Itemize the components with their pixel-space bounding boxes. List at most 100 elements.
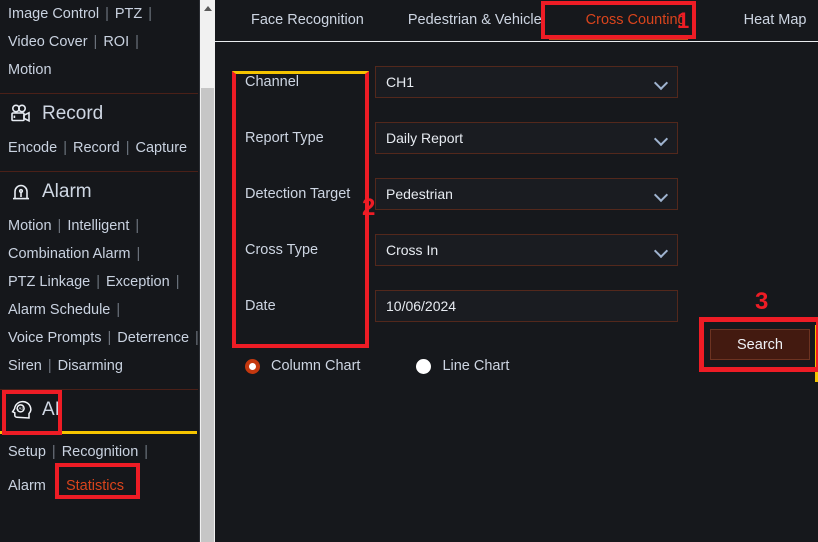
sidebar-row: Video Cover | ROI |	[8, 28, 198, 56]
sidebar-item-setup[interactable]: Setup	[8, 438, 46, 466]
tab-list: Face Recognition Pedestrian & Vehicle Cr…	[215, 0, 818, 40]
chevron-down-icon	[656, 78, 667, 85]
sidebar-row: Siren | Disarming	[8, 352, 198, 380]
divider: |	[116, 302, 121, 318]
select-report-type[interactable]: Daily Report	[375, 122, 678, 154]
label-date: Date	[245, 298, 276, 314]
sidebar-item-alarm-stats[interactable]: Alarm	[8, 472, 46, 500]
tab-heat-map[interactable]: Heat Map	[708, 0, 818, 40]
sidebar-group-alarm: Motion | Intelligent | Combination Alarm…	[0, 212, 198, 380]
sidebar-item-exception[interactable]: Exception	[106, 268, 170, 296]
sidebar-item-video-cover[interactable]: Video Cover	[8, 28, 88, 56]
sidebar-item-siren[interactable]: Siren	[8, 352, 42, 380]
section-title-record: Record	[42, 103, 104, 124]
radio-column-chart[interactable]: Column Chart	[245, 358, 360, 374]
sidebar-item-voice-prompts[interactable]: Voice Prompts	[8, 324, 102, 352]
sidebar-item-record[interactable]: Record	[73, 134, 120, 162]
sidebar-item-ptz[interactable]: PTZ	[115, 0, 142, 28]
sidebar: Image Control | PTZ | Video Cover | ROI …	[0, 0, 198, 542]
divider: |	[195, 330, 198, 346]
label-report-type: Report Type	[245, 130, 324, 146]
sidebar-group-record: Encode | Record | Capture	[0, 134, 198, 162]
sidebar-item-combination-alarm[interactable]: Combination Alarm	[8, 240, 131, 268]
select-detection-target-value: Pedestrian	[386, 186, 453, 202]
ai-head-icon: AI	[9, 398, 33, 422]
sidebar-item-disarming[interactable]: Disarming	[58, 352, 123, 380]
divider: |	[96, 274, 100, 290]
select-report-type-value: Daily Report	[386, 130, 464, 146]
tab-pedestrian-vehicle[interactable]: Pedestrian & Vehicle	[386, 0, 564, 40]
annotation-1-tab: 1	[677, 8, 690, 33]
form-row-date: Date 10/06/2024	[215, 290, 818, 322]
label-detection-target: Detection Target	[245, 186, 351, 202]
form-row-channel: Channel CH1	[215, 66, 818, 98]
sidebar-section-record: Record	[0, 94, 198, 134]
select-detection-target[interactable]: Pedestrian	[375, 178, 678, 210]
divider: |	[57, 218, 62, 234]
sidebar-item-statistics-wrap: Statistics	[54, 463, 140, 500]
sidebar-row: Encode | Record | Capture	[8, 134, 198, 162]
sidebar-row: Alarm Statistics	[8, 463, 198, 500]
chevron-down-icon	[656, 134, 667, 141]
divider: |	[107, 330, 112, 346]
divider: |	[63, 140, 67, 156]
sidebar-scrollbar[interactable]	[199, 0, 215, 542]
divider: |	[135, 218, 140, 234]
sidebar-group-camera: Image Control | PTZ | Video Cover | ROI …	[0, 0, 198, 84]
sidebar-row: Voice Prompts | Deterrence |	[8, 324, 198, 352]
ai-active-underline	[0, 431, 197, 434]
svg-text:AI: AI	[18, 406, 22, 411]
scrollbar-thumb[interactable]	[201, 88, 214, 542]
sidebar-row: Setup | Recognition |	[8, 438, 198, 466]
divider: |	[144, 444, 149, 460]
sidebar-item-intelligent[interactable]: Intelligent	[67, 212, 129, 240]
sidebar-item-deterrence[interactable]: Deterrence	[117, 324, 189, 352]
sidebar-item-alarm-schedule[interactable]: Alarm Schedule	[8, 296, 110, 324]
divider: |	[136, 246, 141, 262]
radio-label-line-chart: Line Chart	[442, 358, 510, 374]
app-window: Image Control | PTZ | Video Cover | ROI …	[0, 0, 818, 542]
sidebar-row: Alarm Schedule |	[8, 296, 198, 324]
tab-face-recognition[interactable]: Face Recognition	[229, 0, 386, 40]
video-camera-icon	[9, 102, 33, 126]
radio-line-chart[interactable]: Line Chart	[416, 358, 509, 374]
label-channel: Channel	[245, 74, 300, 90]
sidebar-item-statistics[interactable]: Statistics	[66, 478, 124, 494]
sidebar-item-ai[interactable]: AI AI	[0, 390, 198, 430]
chevron-down-icon	[656, 246, 667, 253]
tab-active-underline	[549, 37, 688, 40]
radio-dot-selected-icon	[245, 358, 260, 374]
divider: |	[125, 140, 130, 156]
sidebar-item-ptz-linkage[interactable]: PTZ Linkage	[8, 268, 90, 296]
select-cross-type-value: Cross In	[386, 242, 439, 258]
sidebar-item-motion-alarm[interactable]: Motion	[8, 212, 52, 240]
sidebar-row: Motion	[8, 56, 198, 84]
sidebar-group-ai-links: Setup | Recognition | Alarm Statistics	[0, 434, 198, 500]
form-row-report-type: Report Type Daily Report	[215, 122, 818, 154]
divider: |	[105, 6, 109, 22]
sidebar-item-motion[interactable]: Motion	[8, 56, 52, 84]
sidebar-item-image-control[interactable]: Image Control	[8, 0, 99, 28]
divider: |	[175, 274, 180, 290]
divider: |	[51, 444, 56, 460]
section-title-alarm: Alarm	[42, 181, 92, 202]
date-input[interactable]: 10/06/2024	[375, 290, 678, 322]
sidebar-row: Combination Alarm |	[8, 240, 198, 268]
select-channel-value: CH1	[386, 74, 415, 90]
form-row-cross-type: Cross Type Cross In	[215, 234, 818, 266]
sidebar-section-ai: AI AI 1	[0, 390, 198, 435]
divider: |	[148, 6, 153, 22]
sidebar-item-encode[interactable]: Encode	[8, 134, 57, 162]
sidebar-item-roi[interactable]: ROI	[103, 28, 129, 56]
sidebar-item-recognition[interactable]: Recognition	[62, 438, 139, 466]
radio-label-column-chart: Column Chart	[271, 358, 361, 374]
select-cross-type[interactable]: Cross In	[375, 234, 678, 266]
search-button[interactable]: Search	[710, 329, 810, 360]
scroll-up-arrow-icon[interactable]	[200, 0, 215, 17]
sidebar-item-capture[interactable]: Capture	[136, 134, 188, 162]
search-form: 2 3 Channel CH1 Report Type Daily Report…	[215, 66, 818, 382]
select-channel[interactable]: CH1	[375, 66, 678, 98]
section-title-ai: AI	[42, 399, 60, 420]
divider: |	[135, 34, 139, 50]
search-button-wrap: Search	[699, 317, 818, 372]
